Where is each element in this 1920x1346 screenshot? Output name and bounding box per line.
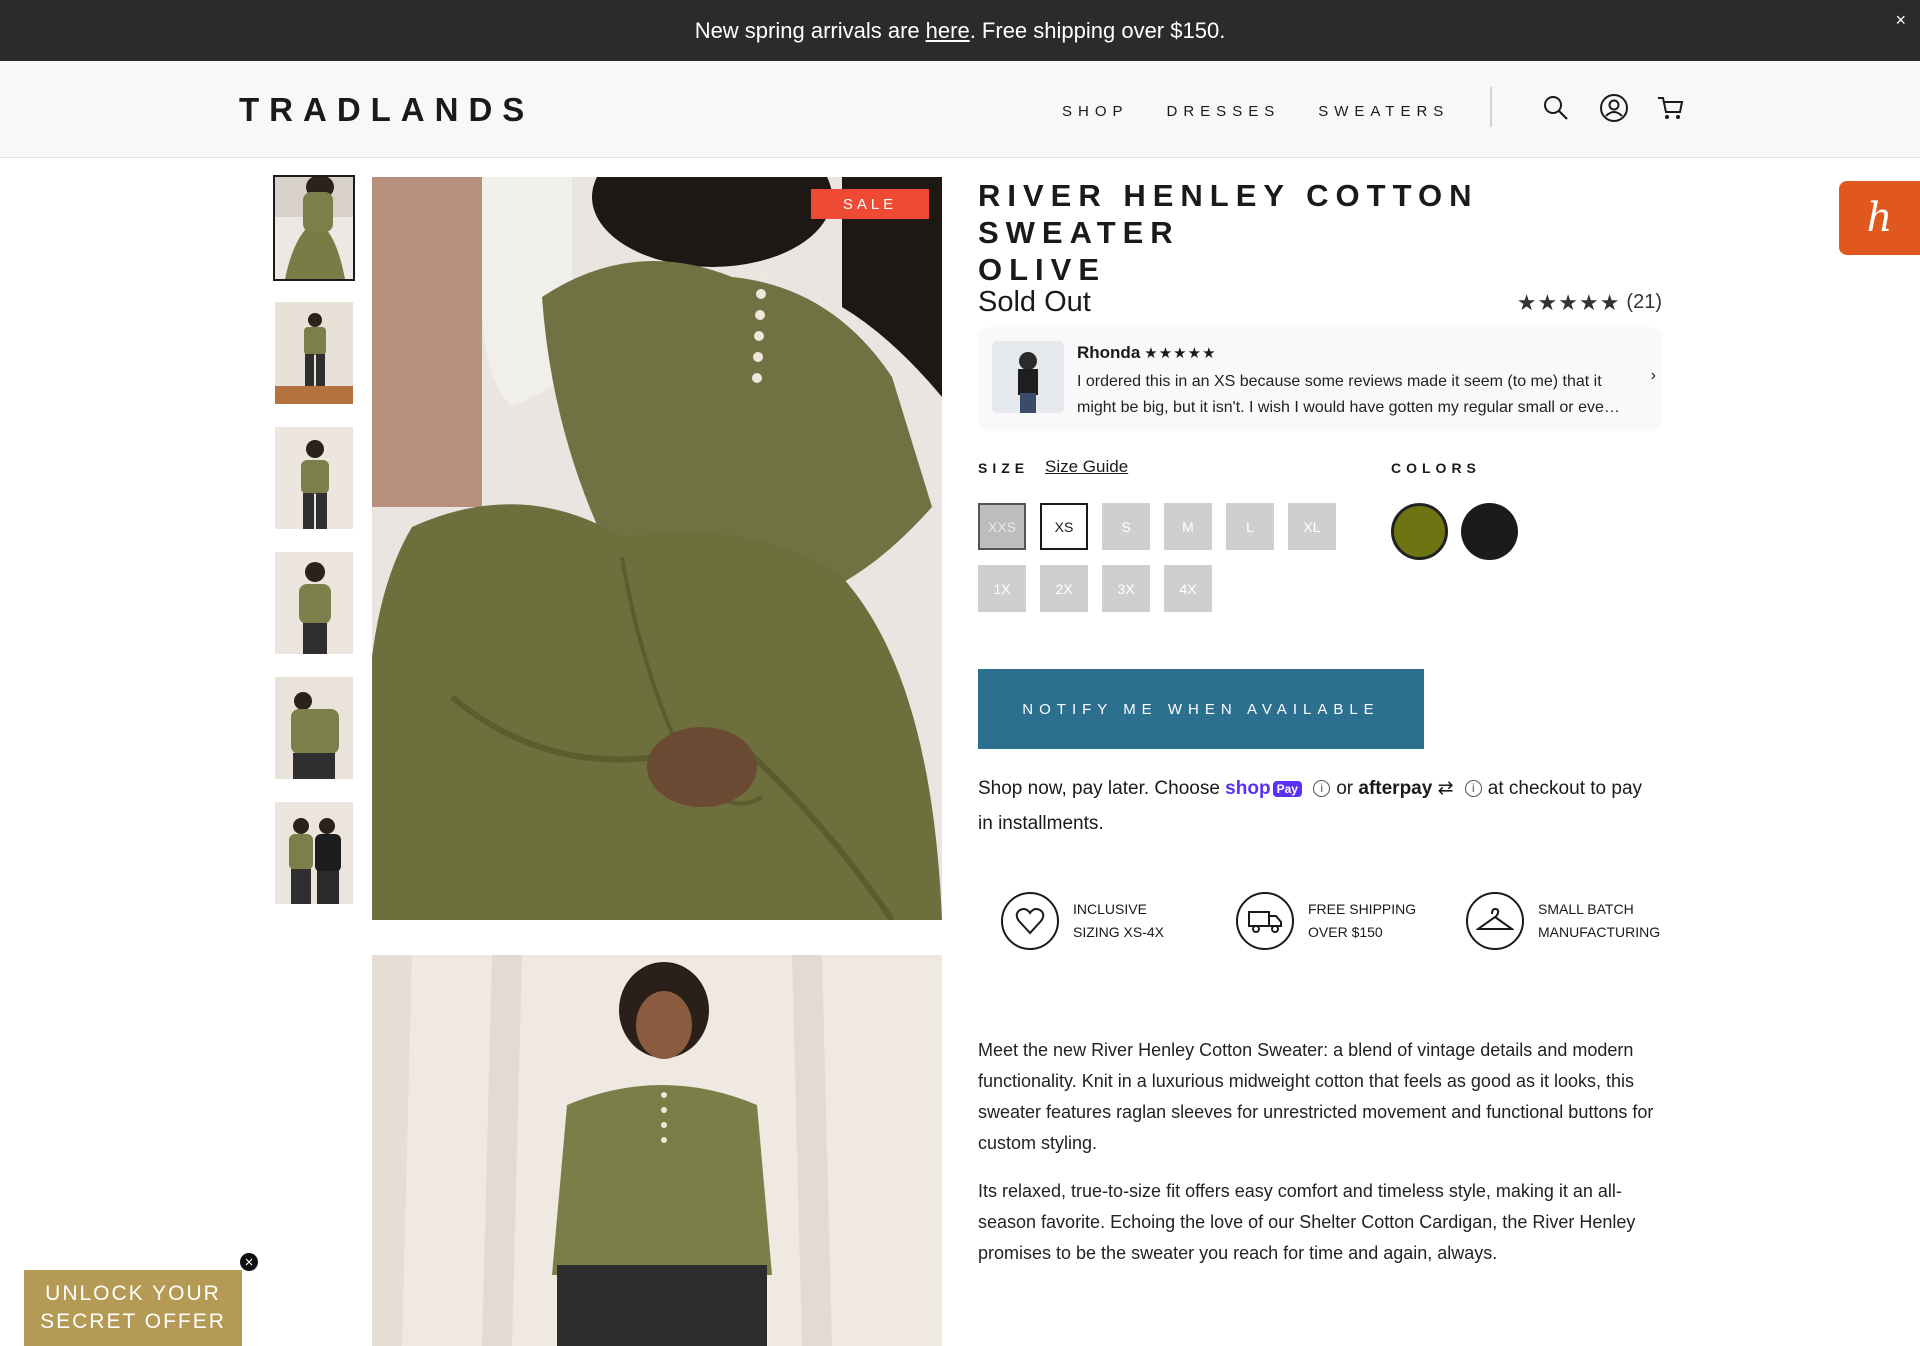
description-paragraph-1: Meet the new River Henley Cotton Sweater… [978,1040,1654,1153]
size-option-s[interactable]: S [1102,503,1150,550]
shop-pay-info-icon[interactable]: i [1313,780,1331,798]
description-paragraph-2: Its relaxed, true-to-size fit offers eas… [978,1181,1636,1263]
pay-later-text: Shop now, pay later. Choose shop Pay i or … [978,771,1662,841]
review-text: I ordered this in an XS because some rev… [1077,373,1620,416]
product-title: RIVER HENLEY COTTON SWEATER OLIVE [978,177,1662,288]
announcement-link[interactable]: here [926,18,970,44]
announcement-text-after: . Free shipping over $150. [969,17,1226,43]
thumbnail-6[interactable] [275,802,353,904]
perk-line2: OVER $150 [1308,924,1383,940]
product-image-main[interactable]: SALE [372,177,942,920]
announcement-text: New spring arrivals are [694,17,920,43]
perk-small-batch: SMALL BATCH MANUFACTURING [1466,892,1668,950]
account-icon[interactable] [1599,93,1629,123]
honey-extension-icon[interactable]: h [1839,181,1920,255]
size-option-xl[interactable]: XL [1288,503,1336,550]
announcement-close-icon[interactable]: × [1895,10,1906,31]
reviewer-photo [992,341,1064,413]
shop-pay-logo-text: shop [1225,778,1271,799]
size-option-xs[interactable]: XS [1040,503,1088,550]
afterpay-arrow-icon: ⇄ [1432,778,1454,799]
nav-divider [1490,87,1492,127]
perk-line2: SIZING XS-4X [1073,924,1165,940]
shop-pay-badge: Pay [1272,780,1302,797]
thumbnail-3[interactable] [275,427,353,529]
announcement-bar: New spring arrivals are here . Free ship… [0,0,1920,61]
price: Sold Out [978,286,1091,318]
shop-pay-logo: shop Pay [1225,778,1302,799]
nav-shop[interactable]: SHOP [1062,103,1129,120]
rating[interactable]: ★★★★★ (21) [1517,290,1662,316]
secret-offer-line2: SECRET OFFER [40,1310,226,1333]
product-info: RIVER HENLEY COTTON SWEATER OLIVE Sold O… [978,177,1662,1263]
product-description: Meet the new River Henley Cotton Sweater… [978,1035,1662,1286]
secret-offer-button[interactable]: UNLOCK YOUR SECRET OFFER [24,1270,242,1346]
size-option-3x[interactable]: 3X [1102,565,1150,612]
perk-line2: MANUFACTURING [1538,924,1661,940]
colors-label: COLORS [1391,460,1481,476]
size-option-4x[interactable]: 4X [1164,565,1212,612]
review-stars: ★★★★★ [1144,345,1217,362]
logo[interactable]: TRADLANDS [239,91,534,129]
size-option-xxs[interactable]: XXS [978,503,1026,550]
reviewer-name-text: Rhonda [1077,343,1141,362]
size-option-2x[interactable]: 2X [1040,565,1088,612]
truck-icon [1236,892,1294,950]
sale-badge: SALE [811,189,929,219]
size-option-l[interactable]: L [1226,503,1274,550]
thumbnail-list [273,175,355,927]
heart-icon [1001,892,1059,950]
secret-offer-line1: UNLOCK YOUR [45,1282,221,1305]
size-option-m[interactable]: M [1164,503,1212,550]
notify-button[interactable]: NOTIFY ME WHEN AVAILABLE [978,669,1424,749]
color-swatch-olive[interactable] [1391,503,1448,560]
perk-inclusive-sizing: INCLUSIVE SIZING XS-4X [1001,892,1203,950]
paylater-or: or [1336,778,1354,799]
rating-stars: ★★★★★ [1516,289,1621,315]
product-image-secondary[interactable] [372,955,942,1346]
size-label: SIZE [978,460,1030,476]
review-carousel[interactable]: Rhonda ★★★★★ I ordered this in an XS beca… [978,327,1662,431]
reviewer-name: Rhonda ★★★★★ [1077,343,1217,363]
rating-count: (21) [1626,291,1662,313]
cart-icon[interactable] [1655,93,1685,123]
product-title-line2: OLIVE [978,252,1107,287]
nav-sweaters[interactable]: SWEATERS [1318,103,1449,120]
site-header: TRADLANDS SHOP DRESSES SWEATERS [0,61,1920,158]
size-guide-link[interactable]: Size Guide [1045,457,1128,477]
price-row: Sold Out ★★★★★ (21) [978,286,1662,319]
secret-offer-close-icon[interactable]: × [238,1251,260,1273]
size-option-1x[interactable]: 1X [978,565,1026,612]
thumbnail-5[interactable] [275,677,353,779]
thumbnail-4[interactable] [275,552,353,654]
perk-line1: INCLUSIVE [1073,901,1147,917]
main-nav: SHOP DRESSES SWEATERS [1062,103,1449,120]
color-swatch-black[interactable] [1461,503,1518,560]
paylater-before: Shop now, pay later. Choose [978,778,1220,799]
thumbnail-1[interactable] [273,175,355,281]
product-title-line1: RIVER HENLEY COTTON SWEATER [978,178,1479,250]
perk-line1: FREE SHIPPING [1308,901,1417,917]
review-next-icon[interactable]: › [1651,367,1656,385]
perk-free-shipping: FREE SHIPPING OVER $150 [1236,892,1438,950]
thumbnail-2[interactable] [275,302,353,404]
afterpay-info-icon[interactable]: i [1464,780,1482,798]
afterpay-logo: afterpay [1358,778,1433,799]
search-icon[interactable] [1541,93,1571,123]
nav-dresses[interactable]: DRESSES [1167,103,1281,120]
hanger-icon [1466,892,1524,950]
perk-line1: SMALL BATCH [1538,901,1634,917]
